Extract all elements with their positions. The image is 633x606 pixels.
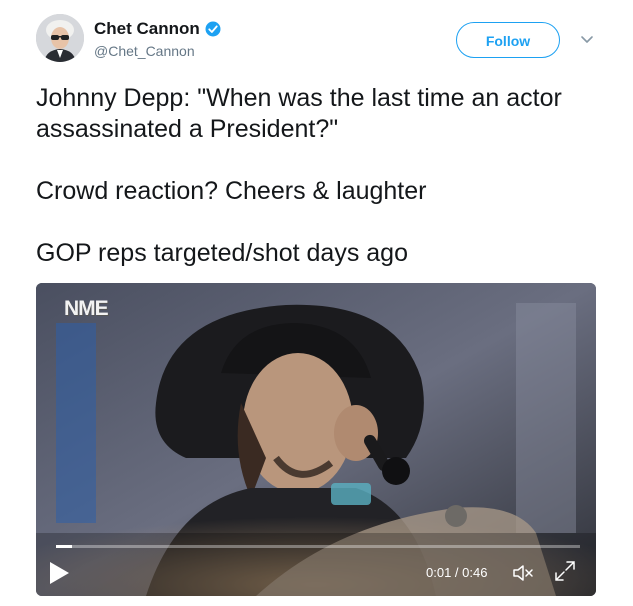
video-progress-bar[interactable] [56,545,580,548]
duration: 0:46 [462,565,488,580]
tweet-line: Crowd reaction? Cheers & laughter [36,177,427,205]
video-frame [36,283,596,596]
tweet-line: Johnny Depp: "When was the last time an … [36,84,562,143]
nme-watermark: NME [64,297,109,320]
verified-badge-icon [205,21,221,37]
play-icon[interactable] [48,561,70,585]
author-name-text: Chet Cannon [94,19,200,38]
author-name[interactable]: Chet Cannon [94,19,222,39]
fullscreen-icon[interactable] [554,560,576,582]
avatar-image [36,14,84,62]
time-separator: / [451,565,463,580]
mute-icon[interactable] [512,563,534,583]
current-time: 0:01 [426,565,452,580]
video-player[interactable]: NME 0:01 / 0:46 [36,283,596,596]
video-progress-fill [56,545,72,548]
avatar[interactable] [36,14,84,62]
follow-button[interactable]: Follow [456,22,560,58]
chevron-down-icon[interactable] [580,32,594,46]
tweet-header: Chet Cannon @Chet_Cannon Follow [36,14,602,66]
video-time: 0:01 / 0:46 [426,565,487,580]
tweet-line: GOP reps targeted/shot days ago [36,239,408,267]
tweet-text: Johnny Depp: "When was the last time an … [36,83,596,269]
author-handle[interactable]: @Chet_Cannon [94,43,195,59]
